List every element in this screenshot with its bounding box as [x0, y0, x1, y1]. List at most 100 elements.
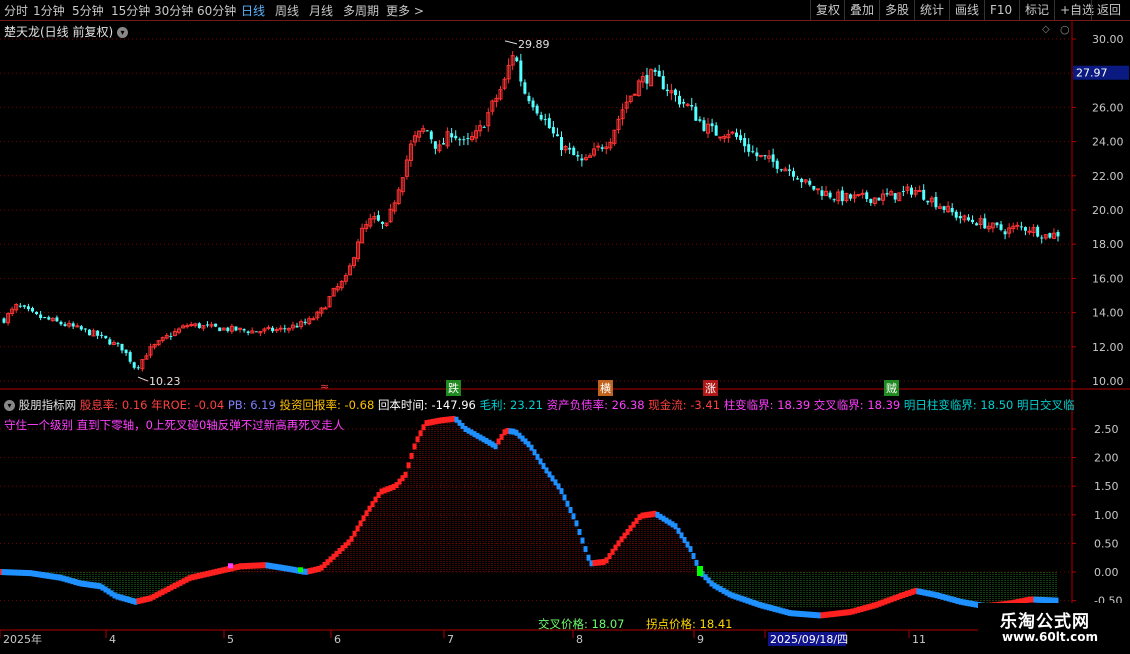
candle-body	[971, 219, 975, 223]
metric-cashflow: 现金流: -3.41	[648, 398, 721, 412]
back-button[interactable]: 返回	[1091, 0, 1126, 20]
indicator-block	[574, 520, 579, 527]
price-tick-label: 20.00	[1092, 204, 1124, 217]
metric-next-bar-critical: 明日柱变临界: 18.50	[903, 398, 1014, 412]
period-tab[interactable]: 多周期	[343, 2, 379, 19]
candle-body	[580, 158, 584, 161]
candle-body	[425, 130, 429, 132]
indicator-block	[418, 430, 423, 437]
candle-body	[815, 188, 820, 191]
candle-body	[739, 135, 743, 141]
draw-line-button[interactable]: 画线	[949, 0, 984, 20]
candle-body	[657, 70, 661, 77]
signal-marker	[697, 566, 703, 576]
circle-icon[interactable]: ○	[1060, 23, 1070, 36]
candle-body	[860, 192, 865, 195]
statistics-button[interactable]: 统计	[914, 0, 949, 20]
indicator-info-line: ▾ 股朋指标网 股息率: 0.16 年ROE: -0.04 PB: 6.19 投…	[4, 397, 1075, 413]
high-pointer	[504, 40, 518, 45]
candle-body	[83, 328, 87, 330]
candle-body	[922, 189, 926, 200]
indicator-block	[568, 507, 573, 514]
multi-stock-button[interactable]: 多股	[879, 0, 914, 20]
candle-body	[311, 318, 316, 321]
restore-rights-button[interactable]: 复权	[810, 0, 845, 20]
period-tab[interactable]: 周线	[275, 2, 299, 19]
indicator-block	[349, 535, 354, 542]
candle-body	[673, 89, 677, 96]
candle-body	[26, 306, 30, 310]
candle-body	[376, 215, 380, 221]
candle-body	[197, 323, 201, 328]
period-toolbar: 分时 1分钟 5分钟 15分钟 30分钟 60分钟 日线 周线 月线 多周期 更…	[0, 0, 1130, 21]
indicator-tick-label: 1.00	[1094, 509, 1119, 522]
candle-body	[934, 196, 938, 208]
candle-body	[35, 311, 39, 315]
candle-body	[690, 105, 694, 107]
candle-body	[779, 169, 783, 171]
candle-body	[747, 144, 751, 152]
indicator-dropdown-icon[interactable]: ▾	[4, 400, 15, 411]
annotation-tag: 涨	[703, 380, 718, 396]
candle-body	[856, 193, 861, 196]
candle-body	[568, 147, 572, 150]
candle-body	[43, 317, 47, 319]
period-tab[interactable]: 15分钟	[111, 2, 150, 19]
candle-body	[730, 131, 735, 134]
candle-body	[995, 222, 999, 226]
candle-body	[832, 199, 836, 201]
candle-body	[226, 327, 230, 332]
candle-body	[55, 317, 59, 322]
metric-next-cross-critical: 明日交叉临	[1017, 398, 1075, 412]
candle-body	[812, 185, 816, 190]
turn-price: 拐点价格: 18.41	[646, 616, 732, 632]
candle-body	[100, 334, 104, 336]
annotation-tag: 横	[598, 380, 613, 396]
kline-chart-svg[interactable]: 30.0028.0026.0024.0022.0020.0018.0016.00…	[0, 19, 1130, 650]
high-label: 29.89	[518, 38, 550, 51]
period-tab-daily[interactable]: 日线	[241, 2, 265, 19]
candle-body	[380, 221, 384, 224]
cross-price-value: 18.07	[591, 617, 625, 631]
candle-body	[303, 321, 307, 324]
annotation-tag: 跌	[446, 380, 461, 396]
candle-body	[763, 155, 767, 157]
indicator-block	[586, 554, 591, 561]
candle-body	[917, 190, 922, 193]
dropdown-circle-icon[interactable]: ▾	[117, 27, 129, 38]
turn-price-label: 拐点价格:	[646, 617, 696, 631]
cross-price: 交叉价格: 18.07	[538, 616, 624, 632]
period-tab[interactable]: 月线	[309, 2, 333, 19]
candle-body	[96, 330, 100, 336]
candle-body	[698, 119, 702, 121]
candle-body	[205, 324, 209, 326]
period-tab[interactable]: 30分钟	[154, 2, 193, 19]
date-label: 7	[447, 633, 454, 646]
more-periods-button[interactable]: 更多 >	[386, 2, 424, 19]
period-tab[interactable]: 5分钟	[72, 2, 104, 19]
candle-body	[954, 211, 958, 218]
mark-button[interactable]: 标记	[1019, 0, 1054, 20]
chart-area[interactable]: 30.0028.0026.0024.0022.0020.0018.0016.00…	[0, 19, 1130, 650]
indicator-name: 股朋指标网	[18, 398, 77, 412]
current-price-label: 27.97	[1076, 67, 1108, 80]
indicator-block	[403, 471, 408, 478]
candle-body	[576, 155, 580, 157]
turn-price-value: 18.41	[699, 617, 733, 631]
date-label: 9	[697, 633, 704, 646]
candle-body	[714, 125, 718, 136]
indicator-block	[688, 546, 693, 553]
period-tab[interactable]: 分时	[4, 2, 28, 19]
candle-body	[523, 82, 527, 94]
f10-button[interactable]: F10	[984, 0, 1017, 20]
period-tab[interactable]: 1分钟	[33, 2, 65, 19]
candle-body	[555, 134, 559, 137]
candle-body	[1040, 237, 1044, 239]
date-label: 4	[109, 633, 116, 646]
period-tab[interactable]: 60分钟	[197, 2, 236, 19]
overlay-button[interactable]: 叠加	[844, 0, 879, 20]
indicator-block	[406, 462, 411, 469]
diamond-icon[interactable]: ◇	[1042, 24, 1050, 35]
candle-body	[808, 180, 812, 185]
candle-body	[254, 331, 258, 333]
